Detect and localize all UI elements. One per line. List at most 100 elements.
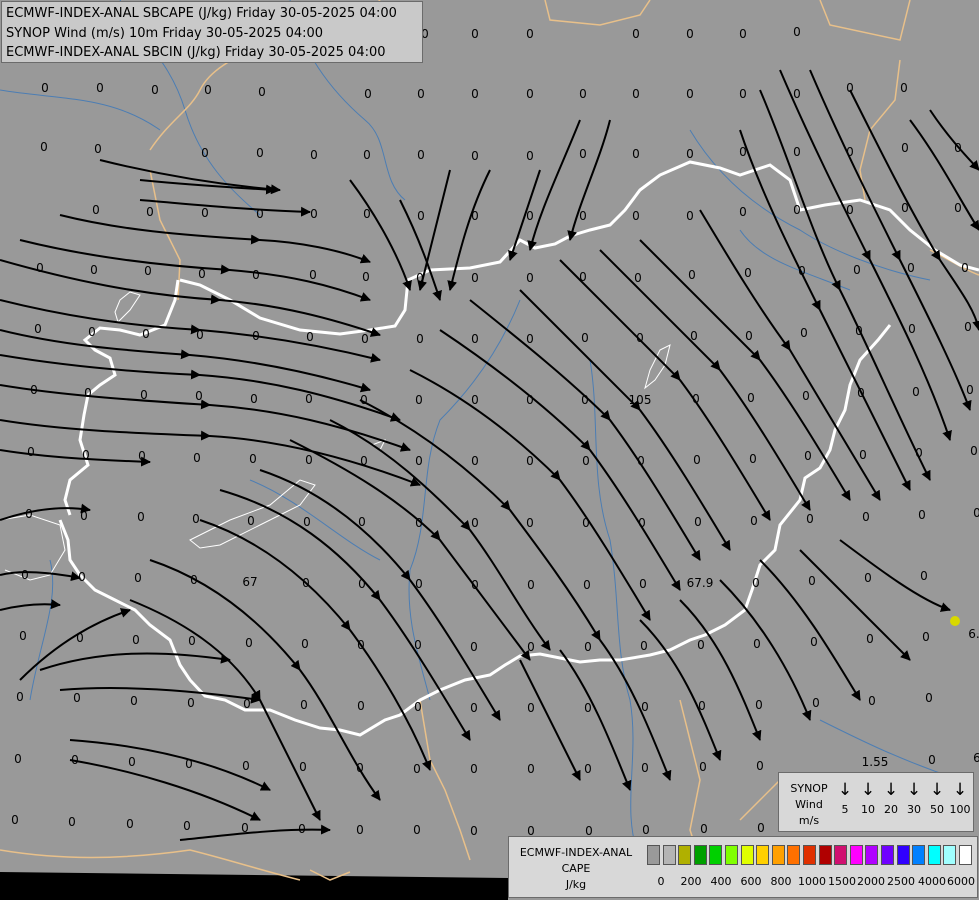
- grid-value-label: 0: [196, 328, 204, 342]
- grid-value-label: 0: [900, 81, 908, 95]
- cape-tick-label: 600: [740, 875, 762, 888]
- grid-value-label: 0: [137, 510, 145, 524]
- grid-value-label: 0: [901, 141, 909, 155]
- grid-value-label: 0: [584, 701, 592, 715]
- grid-value-label: 0: [247, 514, 255, 528]
- cape-color-swatch: [865, 845, 879, 865]
- grid-value-label: 0: [954, 141, 962, 155]
- station-markers: [950, 616, 960, 626]
- grid-value-label: 0: [526, 332, 534, 346]
- grid-value-label: 0: [128, 755, 136, 769]
- grid-value-label: 0: [526, 393, 534, 407]
- wind-legend-item: ↓ 10: [857, 779, 879, 817]
- grid-value-label: 0: [146, 205, 154, 219]
- grid-value-label: 0: [846, 145, 854, 159]
- grid-value-label: 0: [356, 823, 364, 837]
- grid-value-label: 0: [855, 324, 863, 338]
- grid-value-label: 0: [954, 201, 962, 215]
- grid-value-label: 0: [757, 821, 765, 835]
- grid-value-label: 0: [198, 267, 206, 281]
- down-arrow-icon: ↓: [860, 780, 876, 800]
- grid-value-label: 0: [306, 330, 314, 344]
- grid-value-label: 0: [636, 331, 644, 345]
- grid-value-label: 0: [793, 87, 801, 101]
- grid-value-label: 0: [697, 638, 705, 652]
- grid-value-label: 0: [582, 516, 590, 530]
- grid-value-label: 0: [922, 630, 930, 644]
- cape-color-swatch: [725, 845, 738, 865]
- grid-value-label: 0: [846, 81, 854, 95]
- grid-value-label: 0: [11, 813, 19, 827]
- grid-value-label: 0: [857, 386, 865, 400]
- grid-value-label: 0: [804, 449, 812, 463]
- grid-value-label: 0: [918, 508, 926, 522]
- grid-value-label: 0: [25, 507, 33, 521]
- grid-value-label: 0: [632, 209, 640, 223]
- cape-tick-label: 4000: [918, 875, 946, 888]
- grid-value-label: 0: [527, 762, 535, 776]
- grid-value-label: 0: [793, 25, 801, 39]
- grid-value-label: 0: [250, 392, 258, 406]
- cape-tick-label: 1000: [798, 875, 826, 888]
- grid-value-label: 0: [853, 263, 861, 277]
- cape-color-swatch: [662, 845, 676, 865]
- grid-value-label: 0: [686, 27, 694, 41]
- grid-value-label: 0: [470, 762, 478, 776]
- grid-value-label: 0: [527, 578, 535, 592]
- grid-value-label: 0: [201, 146, 209, 160]
- grid-value-label: 0: [130, 694, 138, 708]
- grid-value-label: 0: [27, 445, 35, 459]
- cape-color-swatch: [896, 845, 910, 865]
- grid-value-label: 1.55: [862, 755, 889, 769]
- grid-value-label: 0: [632, 87, 640, 101]
- grid-value-label: 0: [641, 700, 649, 714]
- grid-value-label: 0: [188, 634, 196, 648]
- grid-value-label: 0: [241, 821, 249, 835]
- grid-value-label: 0: [88, 325, 96, 339]
- down-arrow-icon: ↓: [952, 780, 968, 800]
- cape-tick-label: 1500: [828, 875, 856, 888]
- grid-value-label: 0: [138, 449, 146, 463]
- grid-value-label: 0: [151, 83, 159, 97]
- grid-value-label: 0: [739, 87, 747, 101]
- grid-value-label: 0: [744, 266, 752, 280]
- grid-value-label: 0: [193, 451, 201, 465]
- grid-value-label: 0: [756, 759, 764, 773]
- grid-value-label: 0: [299, 760, 307, 774]
- grid-value-label: 0: [21, 568, 29, 582]
- cape-color-swatch: [849, 845, 863, 865]
- grid-value-label: 0: [364, 87, 372, 101]
- grid-value-label: 0: [305, 392, 313, 406]
- grid-value-label: 0: [252, 329, 260, 343]
- grid-value-label: 0: [358, 515, 366, 529]
- grid-value-label: 0: [414, 700, 422, 714]
- cape-legend: ECMWF-INDEX-ANAL CAPE J/kg 0 200 400 600 800…: [508, 836, 978, 898]
- grid-value-label: 0: [242, 759, 250, 773]
- grid-value-label: 0: [925, 691, 933, 705]
- grid-value-label: 0: [579, 209, 587, 223]
- grid-value-label: 0: [201, 206, 209, 220]
- title-line-cin: ECMWF-INDEX-ANAL SBCIN (J/kg) Friday 30-…: [6, 45, 386, 60]
- grid-value-label: 0: [800, 326, 808, 340]
- grid-value-label: 0: [793, 203, 801, 217]
- grid-value-label: 0: [739, 205, 747, 219]
- cape-color-swatch: [803, 845, 816, 865]
- grid-value-label: 0: [94, 142, 102, 156]
- grid-value-label: 0: [144, 264, 152, 278]
- grid-value-label: 0: [415, 393, 423, 407]
- grid-value-label: 0: [810, 635, 818, 649]
- grid-value-label: 0: [252, 268, 260, 282]
- title-box: ECMWF-INDEX-ANAL SBCAPE (J/kg) Friday 30…: [1, 1, 423, 63]
- grid-value-label: 0: [798, 264, 806, 278]
- grid-value-label: 0: [298, 822, 306, 836]
- grid-value-label: 0: [310, 207, 318, 221]
- down-arrow-icon: ↓: [906, 780, 922, 800]
- grid-value-label: 0: [185, 757, 193, 771]
- grid-value-label: 0: [638, 516, 646, 530]
- title-line-wind: SYNOP Wind (m/s) 10m Friday 30-05-2025 0…: [6, 25, 324, 41]
- grid-value-label: 0: [415, 454, 423, 468]
- cape-tick-label: 0: [657, 875, 665, 888]
- grid-value-label: 0: [256, 207, 264, 221]
- grid-value-label: 0: [690, 329, 698, 343]
- grid-value-label: 0: [413, 762, 421, 776]
